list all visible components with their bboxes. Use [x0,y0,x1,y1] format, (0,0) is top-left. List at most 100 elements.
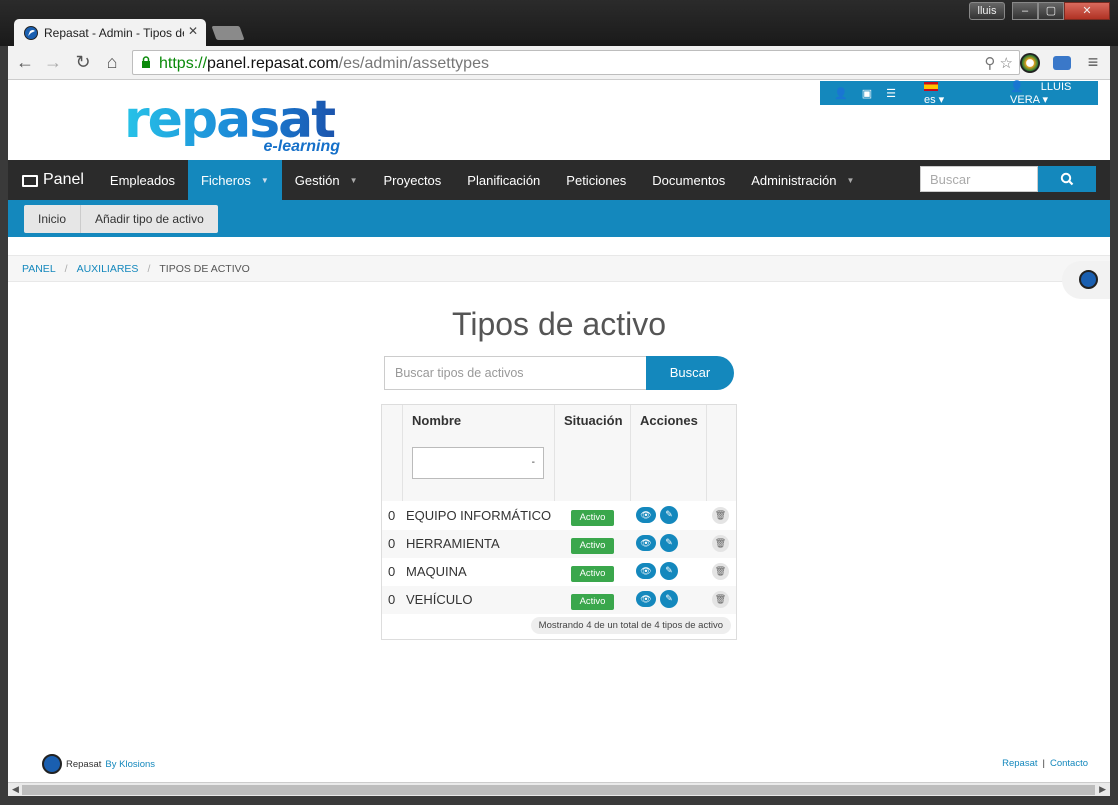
address-bar[interactable]: https://panel.repasat.com/es/admin/asset… [132,50,1020,75]
delete-icon[interactable]: 🗑 [712,507,729,524]
grid-divider [554,405,555,501]
status-badge: Activo [571,594,614,610]
nav-planificacion[interactable]: Planificación [454,160,553,200]
repasat-logo[interactable]: repasat e-learning [124,94,344,160]
table-row: 0 EQUIPO INFORMÁTICO Activo 👁 ✎ 🗑 [382,502,736,530]
grid-divider [630,405,631,501]
nav-documentos[interactable]: Documentos [639,160,738,200]
nav-panel-label: Panel [43,171,84,188]
grid-divider [706,405,707,501]
edit-icon[interactable]: ✎ [660,534,678,552]
nav-search-button[interactable] [1038,166,1096,192]
footer-separator: | [1042,758,1045,769]
breadcrumb-separator: / [147,263,151,275]
table-row: 0 MAQUINA Activo 👁 ✎ 🗑 [382,558,736,586]
browser-tab[interactable]: Repasat - Admin - Tipos de activo ✕ [14,19,206,46]
nav-gestion-label: Gestión [294,172,340,188]
asset-type-search-input[interactable]: Buscar tipos de activos [384,356,646,390]
reload-icon[interactable]: ↻ [72,52,94,72]
nav-search-input[interactable]: Buscar [920,166,1038,192]
subnav-inicio-button[interactable]: Inicio [24,205,82,233]
caret-down-icon: ▼ [846,175,855,185]
grid-divider [402,405,403,501]
view-icon[interactable]: 👁 [636,507,656,523]
footer-by-link[interactable]: By Klosions [105,759,155,770]
lock-icon [142,56,150,68]
delete-icon[interactable]: 🗑 [712,563,729,580]
forward-icon[interactable]: → [42,52,64,72]
edit-icon[interactable]: ✎ [660,590,678,608]
scrollbar-thumb[interactable] [22,785,1095,795]
footer-link-repasat[interactable]: Repasat [1002,758,1037,769]
name-filter-select[interactable]: - [412,447,544,479]
nav-panel[interactable]: Panel [8,160,97,200]
briefcase-icon[interactable]: ▣ [862,87,872,100]
maximize-button[interactable]: ▢ [1038,2,1064,20]
nav-peticiones[interactable]: Peticiones [553,160,639,200]
subnav-add-asset-type-button[interactable]: Añadir tipo de activo [81,205,218,233]
nav-ficheros[interactable]: Ficheros ▼ [187,160,282,200]
view-icon[interactable]: 👁 [636,535,656,551]
column-header-name[interactable]: Nombre [412,413,461,428]
new-tab-button[interactable] [211,26,245,40]
user-menu[interactable]: 👤 LLUIS VERA ▾ [1010,80,1098,106]
window-user-badge[interactable]: lluis [969,2,1005,20]
repasat-icon [1079,270,1098,289]
tab-close-icon[interactable]: ✕ [188,24,198,38]
nav-empleados[interactable]: Empleados [97,160,188,200]
language-selector[interactable]: es ▾ [910,81,966,106]
nav-documentos-label: Documentos [652,172,726,188]
scroll-left-icon[interactable]: ◀ [12,784,19,795]
extension-translate-icon[interactable] [1053,56,1071,70]
delete-icon[interactable]: 🗑 [712,535,729,552]
footer-links: Repasat | Contacto [1002,758,1088,769]
repasat-favicon-icon [24,25,38,40]
nav-peticiones-label: Peticiones [566,172,627,188]
back-icon[interactable]: ← [14,52,36,72]
column-header-status[interactable]: Situación [564,413,623,428]
asset-type-search-button[interactable]: Buscar [646,356,734,390]
view-icon[interactable]: 👁 [636,591,656,607]
url-scheme: https:// [159,55,208,72]
home-icon[interactable]: ⌂ [101,52,123,72]
page-title: Tipos de activo [451,306,667,342]
nav-administracion[interactable]: Administración ▼ [738,160,867,200]
breadcrumb-panel[interactable]: PANEL [22,263,56,275]
url-text: https://panel.repasat.com/es/admin/asset… [159,55,489,73]
monitor-icon [22,175,38,187]
close-window-button[interactable]: ✕ [1064,2,1110,20]
side-help-tab[interactable] [1062,261,1110,299]
sub-navigation: Inicio Añadir tipo de activo [8,200,1110,237]
table-row: 0 VEHÍCULO Activo 👁 ✎ 🗑 [382,586,736,614]
minimize-button[interactable]: – [1012,2,1038,20]
breadcrumb-current: TIPOS DE ACTIVO [159,263,250,275]
view-icon[interactable]: 👁 [636,563,656,579]
footer-link-contacto[interactable]: Contacto [1050,758,1088,769]
edit-icon[interactable]: ✎ [660,506,678,524]
zoom-icon[interactable]: ⚲ [984,55,995,72]
repasat-icon [42,754,62,774]
filter-selected-value: - [531,457,535,468]
nav-proyectos[interactable]: Proyectos [370,160,454,200]
row-count: 0 [388,592,396,607]
browser-menu-icon[interactable]: ≡ [1082,52,1104,72]
bookmark-star-icon[interactable]: ☆ [1000,55,1013,72]
main-navigation: Panel Empleados Ficheros ▼ Gestión ▼ Proye… [8,160,1110,200]
status-badge: Activo [571,538,614,554]
footer-brand: Repasat By Klosions [42,754,155,774]
nav-gestion[interactable]: Gestión ▼ [282,160,371,200]
user-icon[interactable]: 👤 [834,87,848,100]
delete-icon[interactable]: 🗑 [712,591,729,608]
table-row: 0 HERRAMIENTA Activo 👁 ✎ 🗑 [382,530,736,558]
browser-titlebar: Repasat - Admin - Tipos de activo ✕ llui… [0,0,1118,46]
list-icon[interactable]: ☰ [886,87,896,100]
edit-icon[interactable]: ✎ [660,562,678,580]
row-count: 0 [388,508,396,523]
row-name: EQUIPO INFORMÁTICO [406,508,552,523]
extension-color-icon[interactable] [1020,53,1040,73]
url-path: /es/admin/assettypes [338,55,489,72]
scroll-right-icon[interactable]: ▶ [1099,784,1106,795]
breadcrumb-auxiliares[interactable]: AUXILIARES [77,263,139,275]
horizontal-scrollbar[interactable]: ◀ ▶ [8,782,1110,796]
nav-ficheros-label: Ficheros [200,172,251,188]
